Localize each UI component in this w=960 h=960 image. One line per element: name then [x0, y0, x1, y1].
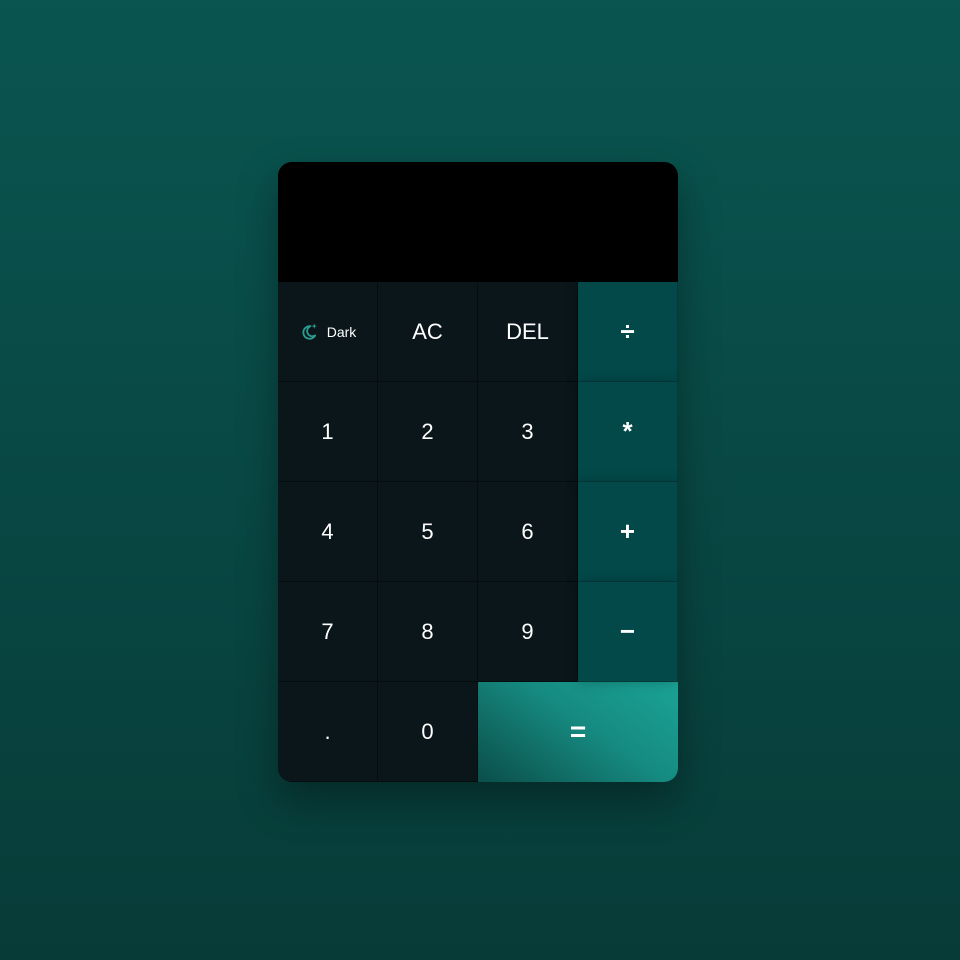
digit-9-button[interactable]: 9 [478, 582, 578, 682]
keypad: Dark AC DEL ÷ 1 2 3 * 4 5 6 + 7 8 9 − . … [278, 282, 678, 782]
calculator: Dark AC DEL ÷ 1 2 3 * 4 5 6 + 7 8 9 − . … [278, 162, 678, 782]
digit-5-button[interactable]: 5 [378, 482, 478, 582]
digit-7-button[interactable]: 7 [278, 582, 378, 682]
moon-stars-icon [299, 322, 319, 342]
digit-2-button[interactable]: 2 [378, 382, 478, 482]
equals-button[interactable]: = [478, 682, 678, 782]
digit-4-button[interactable]: 4 [278, 482, 378, 582]
divide-button[interactable]: ÷ [578, 282, 678, 382]
delete-button[interactable]: DEL [478, 282, 578, 382]
digit-8-button[interactable]: 8 [378, 582, 478, 682]
subtract-button[interactable]: − [578, 582, 678, 682]
digit-6-button[interactable]: 6 [478, 482, 578, 582]
clear-button[interactable]: AC [378, 282, 478, 382]
theme-label: Dark [326, 323, 357, 340]
decimal-button[interactable]: . [278, 682, 378, 782]
theme-toggle-button[interactable]: Dark [278, 282, 378, 382]
multiply-button[interactable]: * [578, 382, 678, 482]
digit-3-button[interactable]: 3 [478, 382, 578, 482]
digit-1-button[interactable]: 1 [278, 382, 378, 482]
display [278, 162, 678, 282]
add-button[interactable]: + [578, 482, 678, 582]
digit-0-button[interactable]: 0 [378, 682, 478, 782]
